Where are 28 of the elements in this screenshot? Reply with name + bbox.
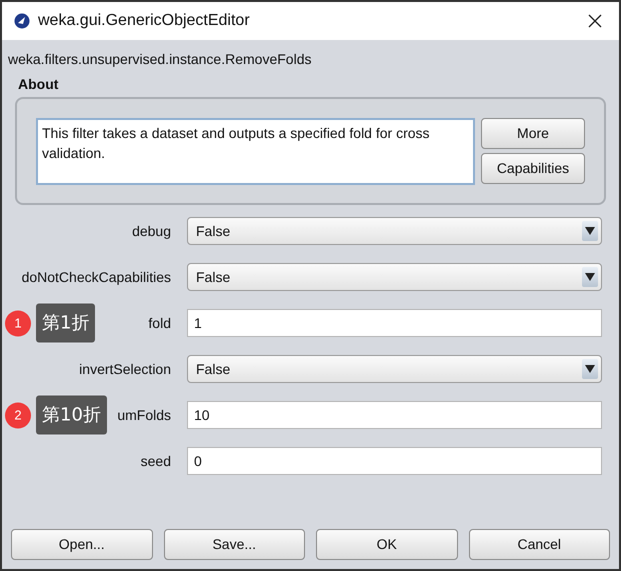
callout-tooltip: 第10折	[36, 396, 107, 434]
dropdown[interactable]: False	[187, 263, 602, 291]
property-label: invertSelection	[79, 360, 171, 378]
about-button[interactable]: Capabilities	[481, 153, 585, 184]
dialog-button[interactable]: Cancel	[468, 529, 610, 560]
property-label: doNotCheckCapabilities	[22, 268, 171, 287]
property-label: seed	[140, 452, 171, 470]
input-field[interactable]: 0	[187, 447, 602, 475]
input-field[interactable]: 10	[187, 401, 602, 429]
dropdown[interactable]: False	[187, 217, 602, 245]
dialog-button[interactable]: Save...	[164, 529, 305, 560]
dialog-button[interactable]: Open...	[11, 529, 152, 560]
dialog-button[interactable]: OK	[316, 529, 458, 560]
input-field[interactable]: 1	[187, 309, 602, 337]
step-number-badge: 1	[5, 310, 31, 336]
description-text: This filter takes a dataset and outputs a specified fold for cross validation.	[36, 118, 475, 184]
property-label: debug	[132, 222, 171, 241]
app-icon	[14, 13, 30, 29]
close-icon	[588, 14, 602, 28]
dropdown[interactable]: False	[187, 355, 602, 383]
window-title: weka.gui.GenericObjectEditor	[38, 11, 250, 31]
class-name: weka.filters.unsupervised.instance.RemoveFolds	[8, 51, 312, 67]
step-number-badge: 2	[5, 402, 31, 428]
about-button[interactable]: More	[481, 118, 585, 149]
callout-tooltip: 第1折	[36, 304, 96, 342]
property-label: umFolds	[117, 406, 171, 424]
property-label: fold	[148, 314, 171, 332]
section-heading: About	[18, 75, 60, 94]
